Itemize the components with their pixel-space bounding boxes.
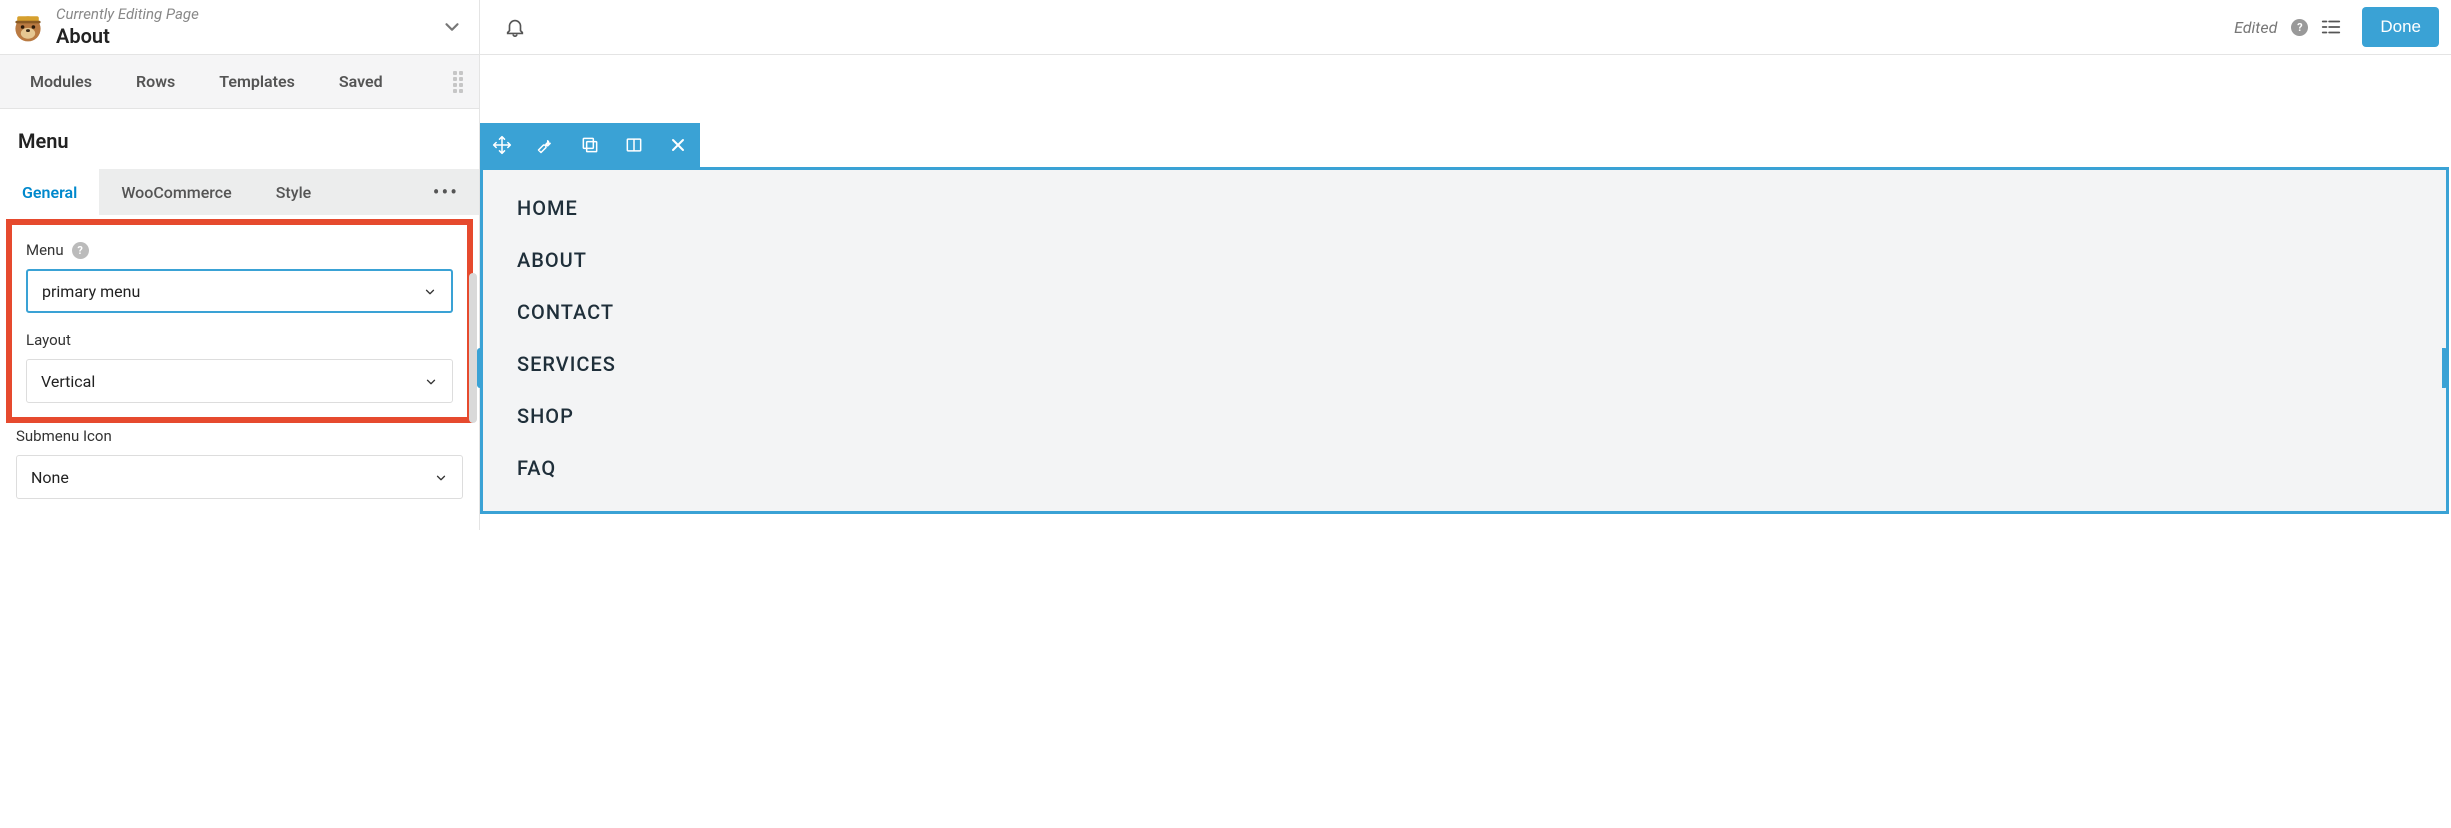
page-title: About <box>56 23 431 49</box>
beaver-logo-icon <box>10 9 46 45</box>
move-icon[interactable] <box>480 123 524 167</box>
submenu-section: Submenu Icon None <box>0 423 479 530</box>
module-settings-tabs: General WooCommerce Style ••• <box>0 169 479 215</box>
columns-icon[interactable] <box>612 123 656 167</box>
tab-more-icon[interactable]: ••• <box>413 180 479 204</box>
tab-general[interactable]: General <box>0 169 99 215</box>
sidebar-scrollbar[interactable] <box>469 273 477 423</box>
drag-handle-icon[interactable] <box>453 71 471 93</box>
module-title: Menu <box>0 109 479 169</box>
sidebar-tabs: Modules Rows Templates Saved <box>0 55 479 109</box>
submenu-select[interactable]: None <box>16 455 463 499</box>
menu-select[interactable]: primary menu <box>26 269 453 313</box>
chevron-down-icon <box>434 470 448 484</box>
menu-field-label: Menu ? <box>26 241 453 259</box>
frame-right-handle[interactable] <box>2442 348 2448 388</box>
help-icon[interactable]: ? <box>2291 19 2308 36</box>
preview-menu-item[interactable]: HOME <box>517 196 2412 220</box>
tab-woocommerce[interactable]: WooCommerce <box>99 169 253 215</box>
sidebar-panel: Currently Editing Page About Modules Row… <box>0 0 480 530</box>
layout-label-text: Layout <box>26 331 71 349</box>
sidebar-tab-templates[interactable]: Templates <box>197 55 317 109</box>
preview-menu-item[interactable]: SERVICES <box>517 352 2412 376</box>
submenu-field-label: Submenu Icon <box>16 427 463 445</box>
main-area: Edited ? Done <box>480 0 2451 530</box>
wrench-icon[interactable] <box>524 123 568 167</box>
submenu-select-value: None <box>31 468 69 487</box>
preview-menu-item[interactable]: ABOUT <box>517 248 2412 272</box>
outline-panel-icon[interactable] <box>2318 14 2344 40</box>
chevron-down-icon <box>423 284 437 298</box>
page-meta: Currently Editing Page About <box>56 5 431 49</box>
topbar: Edited ? Done <box>480 0 2451 55</box>
chevron-down-icon <box>424 374 438 388</box>
page-dropdown-toggle[interactable] <box>441 16 463 38</box>
layout-select-value: Vertical <box>41 372 95 391</box>
close-icon[interactable] <box>656 123 700 167</box>
preview-menu-list: HOME ABOUT CONTACT SERVICES SHOP FAQ <box>483 170 2446 506</box>
module-toolbar <box>480 123 700 167</box>
settings-body: Menu ? primary menu Layout Vertical <box>0 215 479 530</box>
frame-left-handle[interactable] <box>477 348 483 388</box>
layout-select[interactable]: Vertical <box>26 359 453 403</box>
highlighted-section: Menu ? primary menu Layout Vertical <box>6 219 473 423</box>
done-button[interactable]: Done <box>2362 7 2439 47</box>
preview-menu-item[interactable]: CONTACT <box>517 300 2412 324</box>
notifications-icon[interactable] <box>504 16 526 38</box>
layout-field-label: Layout <box>26 331 453 349</box>
canvas-area[interactable]: HOME ABOUT CONTACT SERVICES SHOP FAQ <box>480 55 2451 530</box>
sidebar-header: Currently Editing Page About <box>0 0 479 55</box>
edited-label: Edited <box>2234 18 2277 37</box>
preview-menu-item[interactable]: FAQ <box>517 456 2412 480</box>
preview-menu-item[interactable]: SHOP <box>517 404 2412 428</box>
tab-style[interactable]: Style <box>254 169 334 215</box>
menu-label-text: Menu <box>26 241 64 259</box>
sidebar-tab-modules[interactable]: Modules <box>8 55 114 109</box>
help-icon[interactable]: ? <box>72 242 89 259</box>
menu-select-value: primary menu <box>42 282 140 301</box>
sidebar-tab-rows[interactable]: Rows <box>114 55 197 109</box>
editing-label: Currently Editing Page <box>56 5 431 23</box>
duplicate-icon[interactable] <box>568 123 612 167</box>
selected-module-frame[interactable]: HOME ABOUT CONTACT SERVICES SHOP FAQ <box>480 167 2449 514</box>
sidebar-tab-saved[interactable]: Saved <box>317 55 405 109</box>
submenu-label-text: Submenu Icon <box>16 427 112 445</box>
